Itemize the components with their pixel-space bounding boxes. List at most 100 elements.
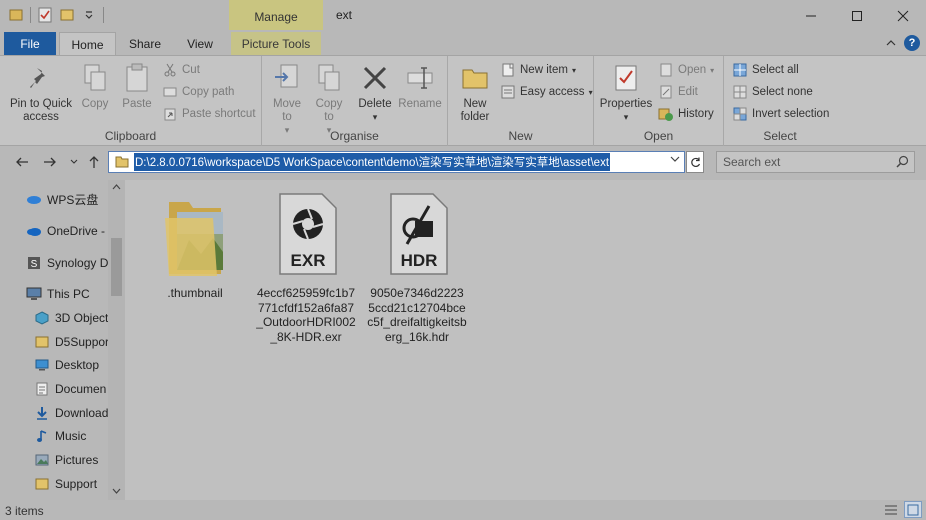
delete-x-icon — [359, 62, 391, 94]
collapse-ribbon-icon[interactable] — [886, 36, 896, 50]
refresh-button[interactable] — [686, 151, 704, 173]
nav-item-label: Music — [55, 429, 87, 443]
open-icon — [658, 62, 674, 78]
maximize-button[interactable] — [834, 0, 880, 32]
select-group-label: Select — [763, 129, 797, 143]
select-all-button[interactable]: Select all — [732, 61, 799, 79]
address-bar[interactable]: D:\2.8.0.0716\workspace\D5 WorkSpace\con… — [108, 151, 685, 173]
tab-file[interactable]: File — [4, 32, 56, 56]
file-item-exr[interactable]: EXR 4eccf625959fc1b7771cfdf152a6fa87_Out… — [256, 188, 356, 344]
back-arrow-icon[interactable] — [14, 154, 30, 170]
nav-item-label: D5Suppor — [55, 335, 110, 349]
details-view-icon[interactable] — [882, 501, 900, 518]
search-box[interactable] — [716, 151, 915, 173]
pin-to-quick-access-button[interactable]: Pin to Quick access — [6, 62, 76, 124]
properties-button[interactable]: Properties ▾ — [598, 62, 654, 124]
file-item-thumbnail-folder[interactable]: .thumbnail — [145, 188, 245, 301]
exr-file-icon: EXR — [266, 188, 346, 280]
search-input[interactable] — [717, 152, 887, 172]
scroll-up-chevron-icon[interactable] — [112, 182, 121, 192]
search-icon[interactable] — [896, 155, 909, 171]
invert-selection-label: Invert selection — [752, 108, 830, 120]
scrollbar-thumb[interactable] — [111, 238, 122, 296]
refresh-icon — [690, 157, 700, 167]
recent-locations-chevron-icon[interactable] — [66, 154, 82, 170]
new-folder-label: New folder — [460, 98, 490, 123]
organise-group: Move to ▾ Copy to ▾ Delete ▾ Rename Orga… — [262, 56, 448, 146]
item-count: 3 items — [5, 504, 44, 518]
open-button[interactable]: Open ▾ — [658, 61, 714, 79]
hdr-badge: HDR — [401, 251, 438, 270]
copy-button[interactable]: Copy — [78, 62, 112, 111]
nav-item-label: 3D Object — [55, 311, 109, 325]
nav-pane-scrollbar[interactable] — [108, 180, 125, 500]
organise-group-label: Organise — [330, 129, 379, 143]
delete-button[interactable]: Delete ▾ — [356, 62, 394, 124]
file-item-hdr[interactable]: HDR 9050e7346d22235ccd21c12704bcec5f_dre… — [367, 188, 467, 344]
clipboard-group-label: Clipboard — [104, 129, 157, 143]
minimize-button[interactable] — [788, 0, 834, 32]
tab-home[interactable]: Home — [59, 32, 116, 56]
computer-icon — [26, 286, 42, 302]
close-button[interactable] — [880, 0, 926, 32]
manage-tab[interactable]: Manage — [229, 0, 323, 32]
cube-icon — [34, 310, 50, 326]
file-list-area[interactable]: .thumbnail EXR 4eccf625959fc1b7771cfdf15… — [125, 180, 926, 500]
large-icons-view-icon[interactable] — [904, 501, 922, 518]
divider — [103, 7, 104, 23]
delete-label: Delete — [358, 98, 392, 110]
folder-icon — [34, 334, 50, 350]
paste-shortcut-button[interactable]: Paste shortcut — [162, 105, 256, 123]
forward-arrow-icon[interactable] — [42, 154, 58, 170]
folder-icon — [34, 476, 50, 492]
rename-button[interactable]: Rename — [398, 62, 442, 111]
history-button[interactable]: History — [658, 105, 714, 123]
navigation-pane: WPS云盘 OneDrive - S Synology D This PC 3D… — [0, 180, 125, 500]
easy-access-button[interactable]: Easy access ▾ — [500, 83, 593, 101]
copy-to-button[interactable]: Copy to ▾ — [310, 62, 348, 137]
properties-icon — [610, 62, 642, 94]
paste-button[interactable]: Paste — [118, 62, 156, 111]
move-to-button[interactable]: Move to ▾ — [268, 62, 306, 137]
new-folder-icon — [459, 62, 491, 94]
easy-access-icon — [500, 84, 516, 100]
address-path[interactable]: D:\2.8.0.0716\workspace\D5 WorkSpace\con… — [134, 153, 611, 171]
scroll-down-chevron-icon[interactable] — [112, 486, 121, 496]
select-none-button[interactable]: Select none — [732, 83, 813, 101]
cut-button[interactable]: Cut — [162, 61, 200, 79]
document-icon — [34, 381, 50, 397]
tab-picture-tools[interactable]: Picture Tools — [231, 32, 321, 56]
invert-selection-button[interactable]: Invert selection — [732, 105, 829, 123]
copy-icon — [79, 62, 111, 94]
folder-thumbnail-icon — [155, 188, 235, 280]
history-icon — [658, 106, 674, 122]
scissors-icon — [162, 62, 178, 78]
tab-share[interactable]: Share — [122, 32, 168, 56]
new-item-icon — [500, 62, 516, 78]
copy-to-icon — [313, 62, 345, 94]
properties-check-icon[interactable] — [37, 6, 53, 24]
synology-icon: S — [26, 255, 42, 271]
open-chevron-icon: ▾ — [710, 65, 715, 75]
new-folder-button[interactable]: New folder — [454, 62, 496, 124]
folder-icon[interactable] — [8, 6, 24, 24]
rename-label: Rename — [398, 98, 442, 110]
new-item-button[interactable]: New item ▾ — [500, 61, 576, 79]
customize-toolbar-chevron-icon[interactable] — [81, 6, 97, 24]
copy-path-button[interactable]: Copy path — [162, 83, 234, 101]
nav-item-label: Download — [55, 406, 109, 420]
up-arrow-icon[interactable] — [86, 154, 102, 170]
ribbon: Pin to Quick access Copy Paste Cut Copy … — [0, 55, 926, 146]
paste-shortcut-icon — [162, 106, 178, 122]
edit-button[interactable]: Edit — [658, 83, 698, 101]
tab-view[interactable]: View — [178, 32, 222, 56]
new-folder-icon[interactable] — [59, 6, 75, 24]
onedrive-icon — [26, 223, 42, 239]
paste-icon — [121, 62, 153, 94]
help-icon[interactable]: ? — [904, 35, 920, 51]
easy-access-chevron-icon: ▾ — [588, 87, 593, 97]
address-dropdown-chevron-icon[interactable] — [670, 155, 680, 166]
open-group: Properties ▾ Open ▾ Edit History Open — [594, 56, 724, 146]
status-bar: 3 items — [0, 500, 926, 520]
new-item-label: New item — [520, 64, 568, 76]
